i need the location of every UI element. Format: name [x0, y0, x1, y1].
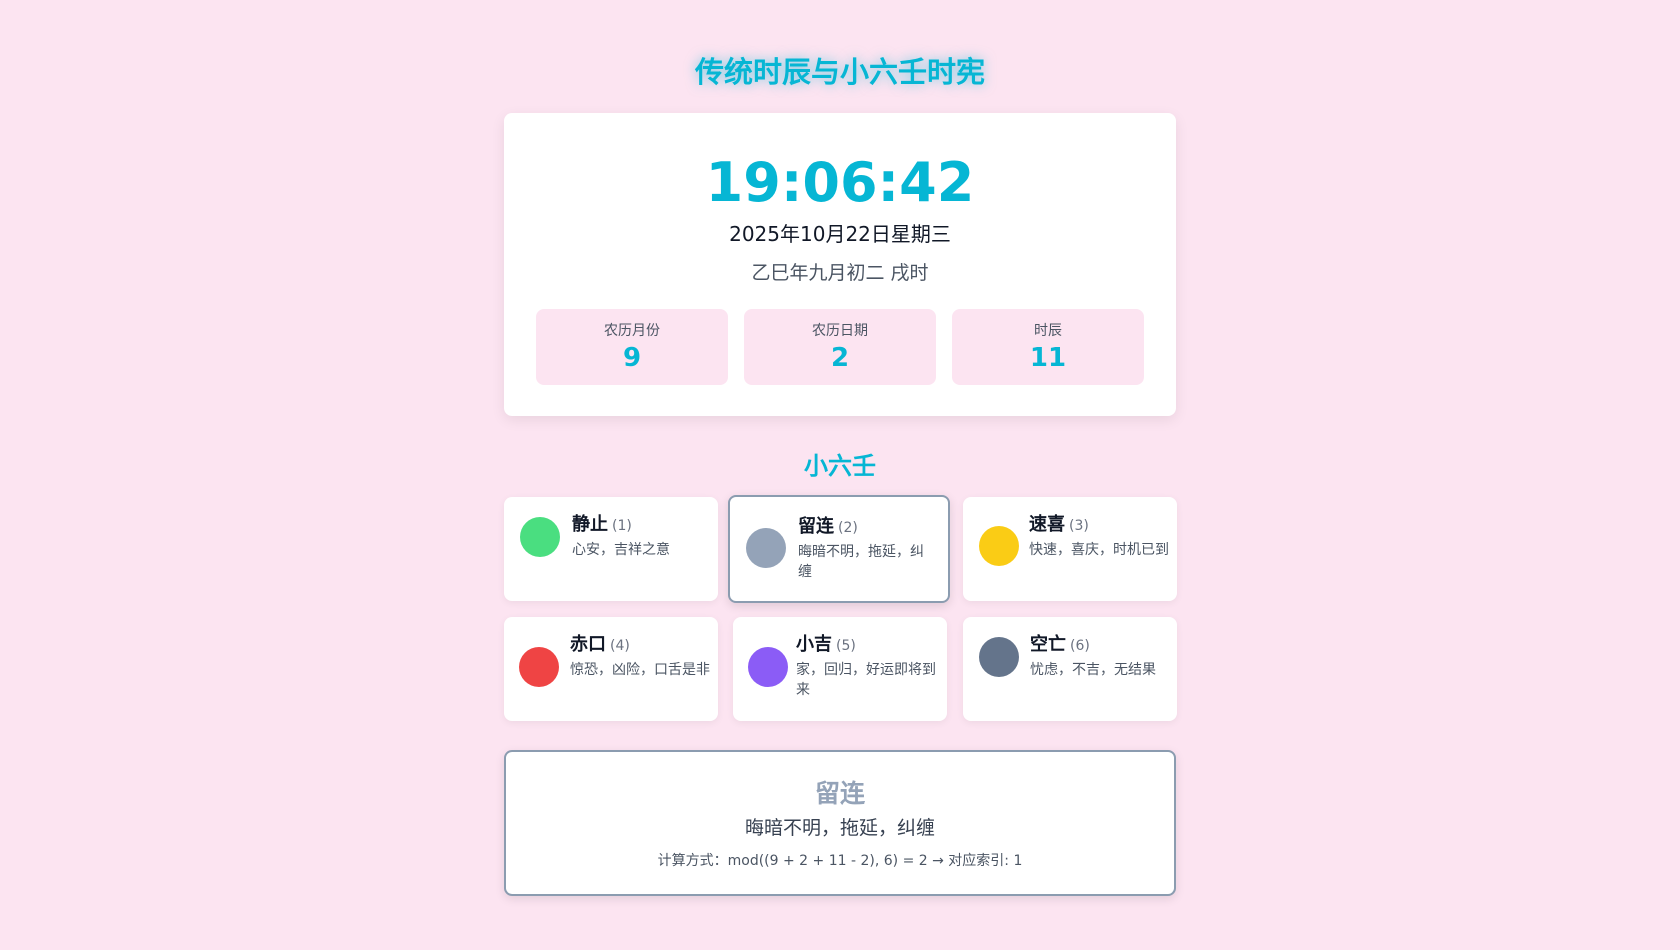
status-dot-icon	[519, 647, 559, 687]
stat-shichen: 时辰 11	[952, 309, 1144, 385]
status-dot-icon	[520, 517, 560, 557]
god-name: 赤口 (4)	[570, 633, 710, 658]
status-dot-icon	[979, 526, 1019, 566]
result-desc: 晦暗不明，拖延，纠缠	[744, 817, 935, 839]
god-name-text: 小吉	[796, 634, 832, 655]
god-desc: 家，回归，好运即将到来	[796, 662, 936, 698]
section-title: 小六壬	[804, 452, 876, 480]
god-name: 速喜 (3)	[1029, 513, 1169, 538]
god-name-text: 空亡	[1030, 634, 1066, 655]
god-card-5[interactable]: 小吉 (5) 家，回归，好运即将到来	[733, 617, 947, 721]
stat-label: 农历日期	[812, 323, 868, 339]
god-desc: 心安，吉祥之意	[572, 542, 670, 558]
god-text: 静止 (1) 心安，吉祥之意	[572, 513, 708, 560]
god-number: (2)	[838, 520, 858, 536]
god-card-2[interactable]: 留连 (2) 晦暗不明，拖延，纠缠	[728, 495, 950, 603]
status-dot-icon	[746, 528, 786, 568]
god-name-text: 速喜	[1029, 514, 1065, 535]
stat-lunar-month: 农历月份 9	[536, 309, 728, 385]
stat-label: 时辰	[1034, 323, 1062, 339]
status-dot-icon	[748, 647, 788, 687]
god-name-text: 静止	[572, 514, 608, 535]
god-card-3[interactable]: 速喜 (3) 快速，喜庆，时机已到	[963, 497, 1177, 601]
god-text: 空亡 (6) 忧虑，不吉，无结果	[1030, 633, 1175, 680]
page-title: 传统时辰与小六壬时宪	[694, 55, 985, 89]
god-desc: 忧虑，不吉，无结果	[1030, 662, 1156, 678]
god-text: 速喜 (3) 快速，喜庆，时机已到	[1029, 513, 1169, 560]
god-name-text: 赤口	[570, 634, 606, 655]
god-name: 静止 (1)	[572, 513, 708, 538]
god-desc: 快速，喜庆，时机已到	[1029, 542, 1169, 558]
status-dot-icon	[979, 637, 1019, 677]
god-name: 留连 (2)	[798, 515, 936, 540]
god-card-4[interactable]: 赤口 (4) 惊恐，凶险，口舌是非	[504, 617, 718, 721]
god-name-text: 留连	[798, 516, 834, 537]
result-card: 留连 晦暗不明，拖延，纠缠 计算方式：mod((9 + 2 + 11 - 2),…	[504, 750, 1176, 896]
god-name: 小吉 (5)	[796, 633, 941, 658]
lunar-date: 乙巳年九月初二 戌时	[751, 262, 929, 284]
clock-time: 19:06:42	[705, 151, 975, 214]
god-card-6[interactable]: 空亡 (6) 忧虑，不吉，无结果	[963, 617, 1177, 721]
god-number: (5)	[836, 638, 856, 654]
gregorian-date: 2025年10月22日星期三	[729, 222, 951, 246]
god-card-1[interactable]: 静止 (1) 心安，吉祥之意	[504, 497, 718, 601]
god-desc: 晦暗不明，拖延，纠缠	[798, 544, 924, 580]
stat-value: 11	[1029, 343, 1067, 373]
god-desc: 惊恐，凶险，口舌是非	[570, 662, 710, 678]
stat-lunar-day: 农历日期 2	[744, 309, 936, 385]
god-text: 留连 (2) 晦暗不明，拖延，纠缠	[798, 515, 936, 582]
result-name: 留连	[814, 779, 865, 808]
app-page: 传统时辰与小六壬时宪 19:06:42 2025年10月22日星期三 乙巳年九月…	[0, 0, 1680, 950]
god-number: (3)	[1069, 518, 1089, 534]
god-number: (1)	[612, 518, 632, 534]
stat-label: 农历月份	[604, 323, 660, 339]
result-formula: 计算方式：mod((9 + 2 + 11 - 2), 6) = 2 → 对应索引…	[657, 853, 1023, 869]
stat-value: 9	[622, 343, 642, 373]
god-name: 空亡 (6)	[1030, 633, 1175, 658]
god-number: (6)	[1070, 638, 1090, 654]
god-text: 赤口 (4) 惊恐，凶险，口舌是非	[570, 633, 710, 680]
clock-card: 19:06:42 2025年10月22日星期三 乙巳年九月初二 戌时 农历月份 …	[504, 113, 1176, 416]
lunar-stats: 农历月份 9 农历日期 2 时辰 11	[536, 309, 1144, 385]
god-number: (4)	[610, 638, 630, 654]
stat-value: 2	[830, 343, 850, 373]
god-text: 小吉 (5) 家，回归，好运即将到来	[796, 633, 941, 700]
